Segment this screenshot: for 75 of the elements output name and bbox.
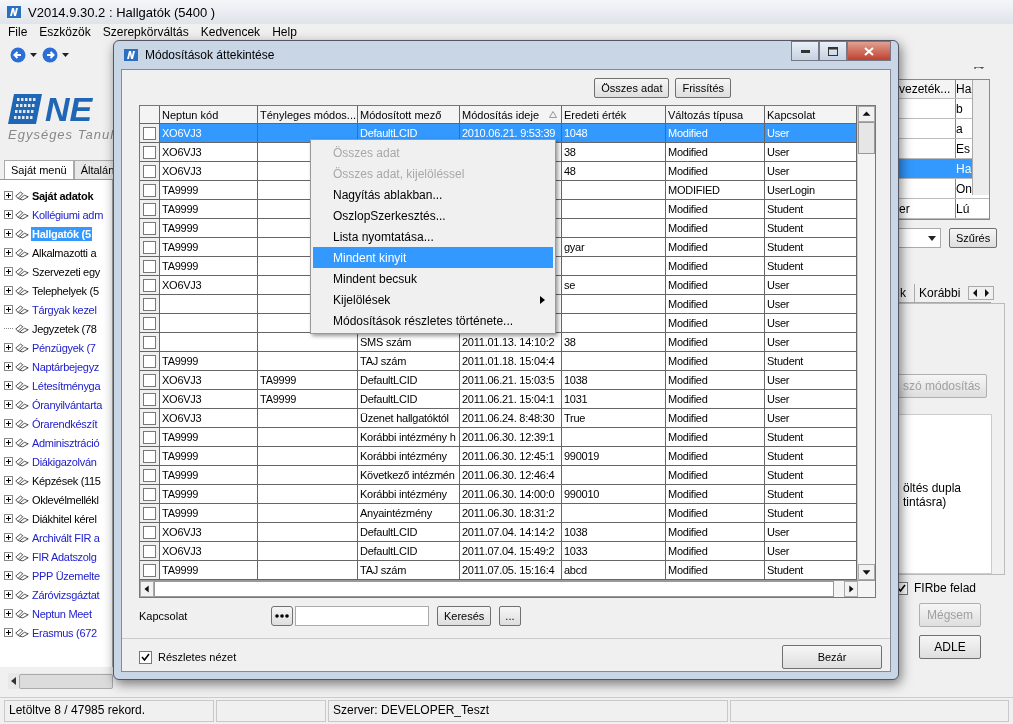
filter-button[interactable]: Szűrés — [949, 228, 998, 248]
tree-item[interactable]: Naptárbejegyz — [31, 359, 101, 374]
table-row[interactable]: SMS szám 2011.01.13. 14:10:2 38 Modified User — [140, 333, 857, 352]
tree-item[interactable]: Létesítményga — [31, 378, 102, 393]
checkbox-label: Részletes nézet — [158, 651, 237, 663]
tree-item[interactable]: Alkalmazotti a — [31, 245, 98, 260]
tree-item[interactable]: Oklevélmellékl — [31, 492, 100, 507]
table-row[interactable]: TA9999 Korábbi intézmény 2011.06.30. 12:45:1 990019 Modified Student — [140, 447, 857, 466]
menu-item[interactable]: Help — [272, 25, 297, 39]
tree-item[interactable]: Telephelyek (5 — [31, 283, 100, 298]
logo-text: NE — [45, 91, 93, 127]
table-row[interactable]: XO6VJ3 TA9999 DefaultLCID 2011.06.21. 15:04:1 1031 Modified User — [140, 390, 857, 409]
menu-item[interactable]: Kedvencek — [200, 25, 261, 39]
checkbox-label: FIRbe felad — [914, 581, 977, 595]
dialog-title: Módosítások áttekintése — [145, 48, 275, 62]
table-row[interactable]: XO6VJ3 DefaultLCID 2011.07.04. 15:49:2 1033 Modified User — [140, 542, 857, 561]
tree-item[interactable]: Záróvizsgáztat — [31, 587, 101, 602]
table-cell: Lú — [956, 201, 970, 216]
tree-item[interactable]: Erasmus (672 — [31, 625, 98, 640]
menu-item[interactable]: Nagyítás ablakban... — [313, 184, 553, 205]
table-cell: On — [956, 181, 972, 196]
table-cell: a — [956, 121, 963, 136]
search-button[interactable]: Keresés — [437, 606, 492, 626]
tree-item[interactable]: Jegyzetek (78 — [31, 321, 98, 336]
note-text: öltés dupla — [903, 481, 963, 495]
tree-item[interactable]: Adminisztráció — [31, 435, 101, 450]
table-row[interactable]: TA9999 TAJ szám 2011.01.18. 15:04:4 Modified Student — [140, 352, 857, 371]
tree-item[interactable]: Archivált FIR a — [31, 530, 101, 545]
text-area[interactable]: öltés dupla tintásra) — [896, 414, 992, 574]
close-dialog-button[interactable]: Bezár — [782, 645, 882, 669]
tree-item[interactable]: Saját adatok — [31, 188, 95, 203]
status-text: Letöltve 8 / 47985 rekord. — [4, 700, 214, 722]
tree-item[interactable]: Diákigazolván — [31, 454, 98, 469]
tab[interactable]: Saját menü — [4, 160, 74, 179]
menu-item[interactable]: Lista nyomtatása... — [313, 226, 553, 247]
tree-item[interactable]: FIR Adatszolg — [31, 549, 98, 564]
tree-item[interactable]: Képzések (115 — [31, 473, 102, 488]
tab[interactable]: Korábbi — [914, 284, 965, 302]
table-cell: er — [899, 201, 910, 216]
table-row[interactable]: TA9999 Következő intézmén 2011.06.30. 12:46:4 Modified Student — [140, 466, 857, 485]
menu-item[interactable]: Szerepkörváltás — [102, 25, 189, 39]
tree-item[interactable]: Kollégiumi adm — [31, 207, 104, 222]
adle-button[interactable]: ADLE — [919, 635, 981, 659]
toolbar-button[interactable]: Összes adat — [594, 78, 670, 98]
status-text: Szerver: DEVELOPER_Teszt — [328, 700, 728, 722]
toolbar-button[interactable]: Frissítés — [675, 78, 731, 98]
tree-item[interactable]: Neptun Meet — [31, 606, 93, 621]
tree-item[interactable]: Órarendkészít — [31, 416, 99, 431]
table-cell: b — [956, 101, 963, 116]
tree-item[interactable]: Szervezeti egy — [31, 264, 101, 279]
menu-item[interactable]: Eszközök — [39, 25, 91, 39]
table-cell: Es — [956, 141, 970, 156]
tree-item[interactable]: Tárgyak kezel — [31, 302, 98, 317]
tree-item[interactable]: Óranyilvántarta — [31, 397, 104, 412]
table-row[interactable]: XO6VJ3 TA9999 DefaultLCID 2011.06.21. 15:03:5 1038 Modified User — [140, 371, 857, 390]
more-button[interactable]: ... — [499, 606, 521, 626]
menu-item[interactable]: Kijelölések — [313, 289, 553, 310]
menu-item[interactable]: OszlopSzerkesztés... — [313, 205, 553, 226]
tree-item[interactable]: PPP Üzemelte — [31, 568, 101, 583]
table-cell: Ha — [956, 161, 972, 176]
column-header[interactable]: vezeték... — [896, 80, 955, 98]
table-row[interactable]: XO6VJ3 DefaultLCID 2011.07.04. 14:14:2 1038 Modified User — [140, 523, 857, 542]
table-row[interactable]: XO6VJ3 Üzenet hallgatóktól 2011.06.24. 8:48:30 True Modified User — [140, 409, 857, 428]
field-label: Kapcsolat — [139, 610, 189, 622]
menu-item[interactable]: File — [8, 25, 28, 39]
table-row[interactable]: TA9999 Anyaintézmény 2011.06.30. 18:31:2 Modified Student — [140, 504, 857, 523]
menu-item[interactable]: Mindent becsuk — [313, 268, 553, 289]
tree-item[interactable]: Pénzügyek (7 — [31, 340, 97, 355]
table-row[interactable]: TA9999 TAJ szám 2011.07.05. 15:16:4 abcd Modified Student — [140, 561, 857, 580]
table-row[interactable]: TA9999 Korábbi intézmény 2011.06.30. 14:00:0 990010 Modified Student — [140, 485, 857, 504]
window-title: V2014.9.30.2 : Hallgatók (5400 ) — [28, 4, 216, 20]
tree-item[interactable]: Diákhitel kérel — [31, 511, 98, 526]
note-text: tintásra) — [903, 495, 948, 509]
tab[interactable]: Általán — [73, 160, 113, 179]
table-row[interactable]: TA9999 Korábbi intézmény h 2011.06.30. 12:39:1 Modified Student — [140, 428, 857, 447]
